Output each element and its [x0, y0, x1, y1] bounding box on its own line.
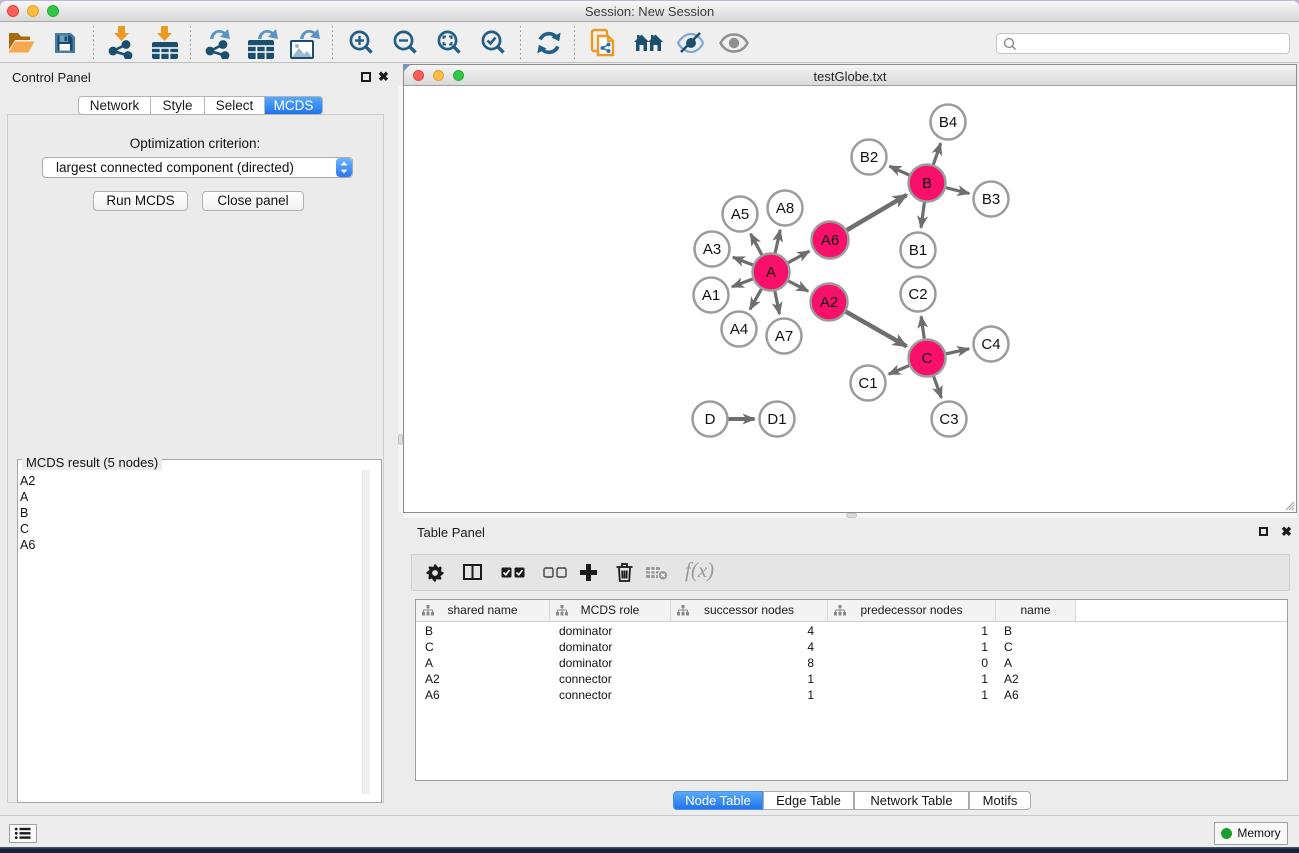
svg-text:B3: B3 — [982, 191, 1000, 208]
svg-text:A4: A4 — [730, 321, 748, 338]
svg-text:B4: B4 — [939, 114, 957, 131]
svg-text:C1: C1 — [858, 375, 877, 392]
svg-text:A: A — [766, 264, 776, 281]
svg-text:A3: A3 — [703, 241, 721, 258]
svg-text:A8: A8 — [776, 200, 794, 217]
svg-text:A7: A7 — [775, 328, 793, 345]
svg-text:D1: D1 — [767, 411, 786, 428]
svg-text:A5: A5 — [731, 206, 749, 223]
svg-text:C: C — [922, 350, 933, 367]
svg-text:A2: A2 — [820, 294, 838, 311]
svg-text:C2: C2 — [908, 286, 927, 303]
svg-text:C3: C3 — [939, 411, 958, 428]
svg-text:B1: B1 — [909, 242, 927, 259]
svg-text:B2: B2 — [860, 149, 878, 166]
svg-text:D: D — [705, 411, 716, 428]
svg-text:C4: C4 — [981, 336, 1000, 353]
svg-text:B: B — [922, 175, 932, 192]
svg-text:A1: A1 — [702, 287, 720, 304]
svg-text:A6: A6 — [821, 232, 839, 249]
